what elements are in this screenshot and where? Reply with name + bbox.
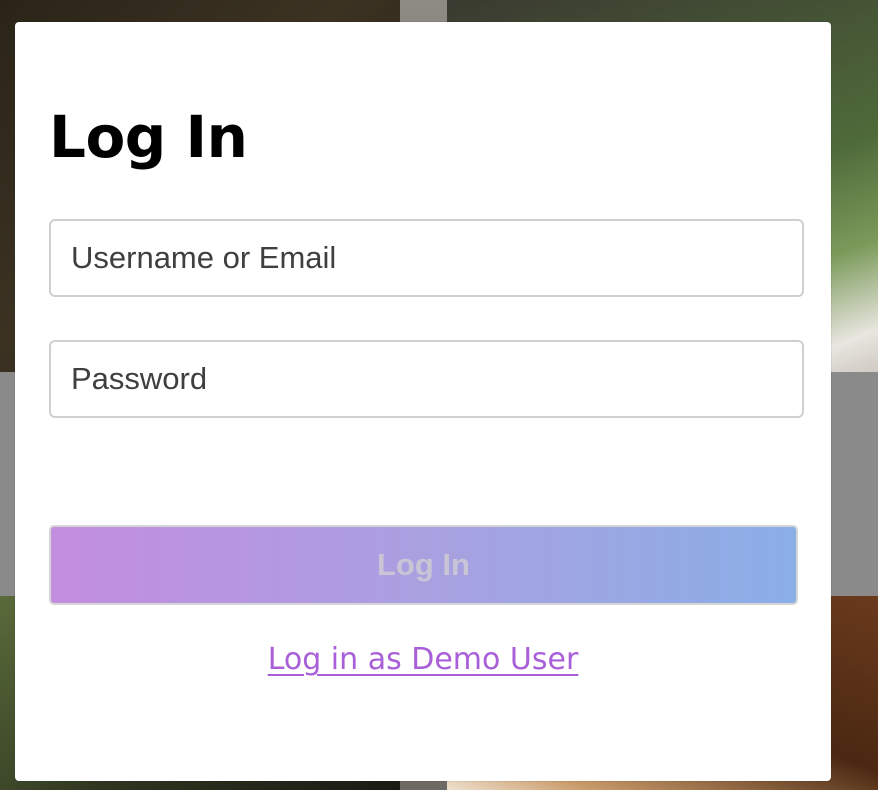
demo-login-link[interactable]: Log in as Demo User (268, 642, 579, 677)
password-input[interactable] (49, 340, 804, 418)
login-button[interactable]: Log In (49, 525, 798, 605)
login-modal: Log In Log In Log in as Demo User (15, 22, 831, 781)
modal-title: Log In (49, 103, 248, 171)
demo-login-link-container: Log in as Demo User (15, 642, 831, 677)
username-email-input[interactable] (49, 219, 804, 297)
